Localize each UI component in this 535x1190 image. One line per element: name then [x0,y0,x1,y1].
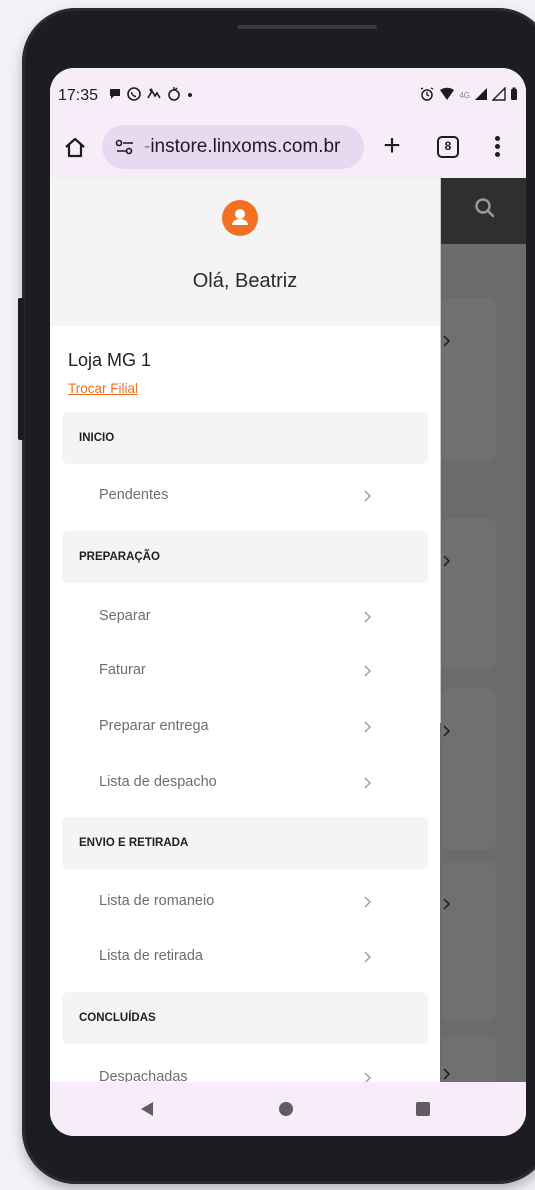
chevron-right-icon [362,719,372,735]
store-name: Loja MG 1 [68,350,152,370]
phone-speaker [237,25,377,29]
phone-side-button [18,298,24,440]
app-notification-icon-2 [166,86,182,105]
chevron-right-icon [442,334,452,348]
menu-item-faturar[interactable]: Faturar [62,650,428,694]
status-time: 17:35 [58,87,99,104]
chevron-right-icon [362,488,372,504]
status-bar: 17:35 4G [50,68,526,120]
drawer-header: Olá, Beatriz [50,178,440,326]
tune-icon[interactable] [114,138,136,156]
network-type-label: 4G [459,91,470,100]
greeting: Olá, Beatriz [192,270,298,292]
navigation-drawer: Olá, Beatriz Loja MG 1 Trocar Filial INI… [50,178,440,1082]
browser-menu-icon[interactable] [492,134,502,160]
system-status-icons: 4G [419,86,518,105]
tab-switcher-button[interactable]: 8 [437,136,459,158]
chevron-right-icon [362,894,372,910]
url-host: instore.linxoms.com.br [150,136,341,157]
chevron-right-icon [442,897,452,911]
whatsapp-icon [126,86,142,105]
chevron-right-icon [362,609,372,625]
menu-item-label: Lista de romaneio [99,893,215,909]
more-notifications-dot-icon [186,86,194,105]
section-concluidas[interactable]: CONCLUÍDAS [62,992,428,1044]
chevron-right-icon [362,1070,372,1082]
menu-item-label: Lista de despacho [99,774,217,790]
signal-icon [474,87,488,104]
menu-item-despachadas[interactable]: Despachadas [62,1057,428,1082]
menu-item-lista-de-retirada[interactable]: Lista de retirada [62,936,428,980]
section-envio-e-retirada[interactable]: ENVIO E RETIRADA [62,817,428,869]
menu-item-label: Pendentes [99,487,169,503]
url-text[interactable]: -instore.linxoms.com.br [144,136,340,158]
order-card [442,688,496,850]
notification-icons [108,84,194,106]
chevron-right-icon [362,949,372,965]
new-tab-button[interactable]: + [378,131,406,161]
wifi-icon [439,87,455,104]
menu-item-label: Separar [99,608,151,624]
user-icon [222,200,258,236]
chevron-right-icon [362,775,372,791]
battery-icon [510,87,518,104]
alarm-icon [419,86,435,105]
chevron-right-icon [442,724,452,738]
home-icon[interactable] [62,135,88,161]
chat-bubble-icon [108,87,122,104]
switch-store-link[interactable]: Trocar Filial [68,381,138,396]
section-inicio[interactable]: INICIO [62,412,428,464]
section-preparacao[interactable]: PREPARAÇÃO [62,531,428,583]
chevron-right-icon [442,1067,452,1081]
address-bar[interactable]: -instore.linxoms.com.br [102,125,364,169]
menu-item-separar[interactable]: Separar [62,596,428,640]
menu-item-lista-de-romaneio[interactable]: Lista de romaneio [62,881,428,925]
phone-screen: 17:35 4G -instore.linxoms.com.br + 8 Olá… [50,68,526,1136]
home-circle-icon[interactable] [279,1102,293,1116]
menu-item-label: Despachadas [99,1069,188,1082]
chevron-right-icon [362,663,372,679]
search-icon[interactable] [474,197,496,219]
browser-toolbar: -instore.linxoms.com.br + 8 [50,120,526,178]
order-card [442,298,496,460]
back-triangle-icon[interactable] [140,1101,154,1117]
menu-item-lista-de-despacho[interactable]: Lista de despacho [62,762,428,806]
order-card [442,861,496,1021]
order-card [442,518,496,668]
signal-icon-2 [491,86,506,104]
menu-item-pendentes[interactable]: Pendentes [62,475,428,519]
app-notification-icon [146,86,162,105]
recents-square-icon[interactable] [416,1102,430,1116]
system-nav-bar [50,1082,526,1136]
menu-item-label: Faturar [99,662,146,678]
chevron-right-icon [442,554,452,568]
menu-item-label: Preparar entrega [99,718,209,734]
menu-item-label: Lista de retirada [99,948,203,964]
menu-item-preparar-entrega[interactable]: Preparar entrega [62,706,428,750]
